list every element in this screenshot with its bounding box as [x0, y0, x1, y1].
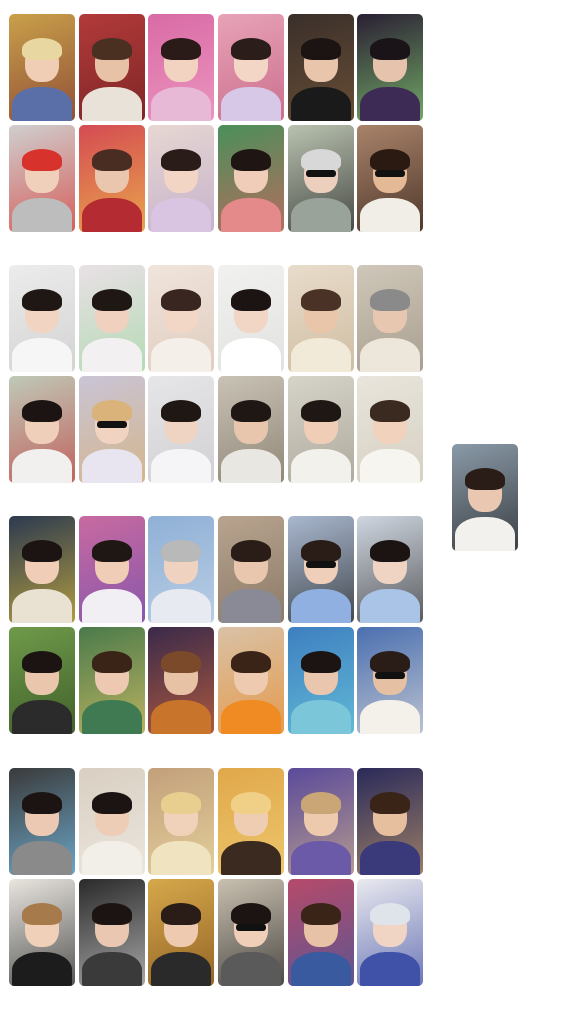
photocard: [357, 627, 423, 734]
photocard: [218, 376, 284, 483]
photocard: [148, 265, 214, 372]
photocard: [357, 125, 423, 232]
photocard: [9, 376, 75, 483]
photocard: [9, 879, 75, 986]
photocard: [218, 265, 284, 372]
photocard: [218, 125, 284, 232]
photocard: [288, 125, 354, 232]
photocard: [218, 516, 284, 623]
photocard: [148, 627, 214, 734]
photocard: [79, 125, 145, 232]
photocard: [218, 14, 284, 121]
photocard-collage: [0, 0, 576, 1024]
photocard: [288, 768, 354, 875]
photocard: [148, 376, 214, 483]
photocard: [79, 14, 145, 121]
photocard: [288, 376, 354, 483]
photocard: [357, 879, 423, 986]
photocard: [9, 768, 75, 875]
photocard-extra: [452, 444, 518, 551]
photocard: [288, 265, 354, 372]
photocard: [357, 14, 423, 121]
photocard: [288, 516, 354, 623]
photocard: [79, 265, 145, 372]
photocard: [288, 14, 354, 121]
photocard: [9, 125, 75, 232]
photocard: [9, 627, 75, 734]
photocard: [218, 627, 284, 734]
photocard: [357, 376, 423, 483]
photocard: [148, 879, 214, 986]
photocard: [357, 265, 423, 372]
photocard: [288, 879, 354, 986]
photocard: [9, 516, 75, 623]
photocard: [79, 768, 145, 875]
photocard: [79, 879, 145, 986]
photocard: [148, 14, 214, 121]
photocard: [357, 768, 423, 875]
photocard: [79, 627, 145, 734]
photocard: [9, 14, 75, 121]
photocard: [218, 768, 284, 875]
photocard: [148, 125, 214, 232]
photocard: [288, 627, 354, 734]
photocard: [357, 516, 423, 623]
photocard: [148, 516, 214, 623]
photocard: [148, 768, 214, 875]
photocard: [9, 265, 75, 372]
photocard: [79, 376, 145, 483]
photocard: [218, 879, 284, 986]
photocard: [79, 516, 145, 623]
